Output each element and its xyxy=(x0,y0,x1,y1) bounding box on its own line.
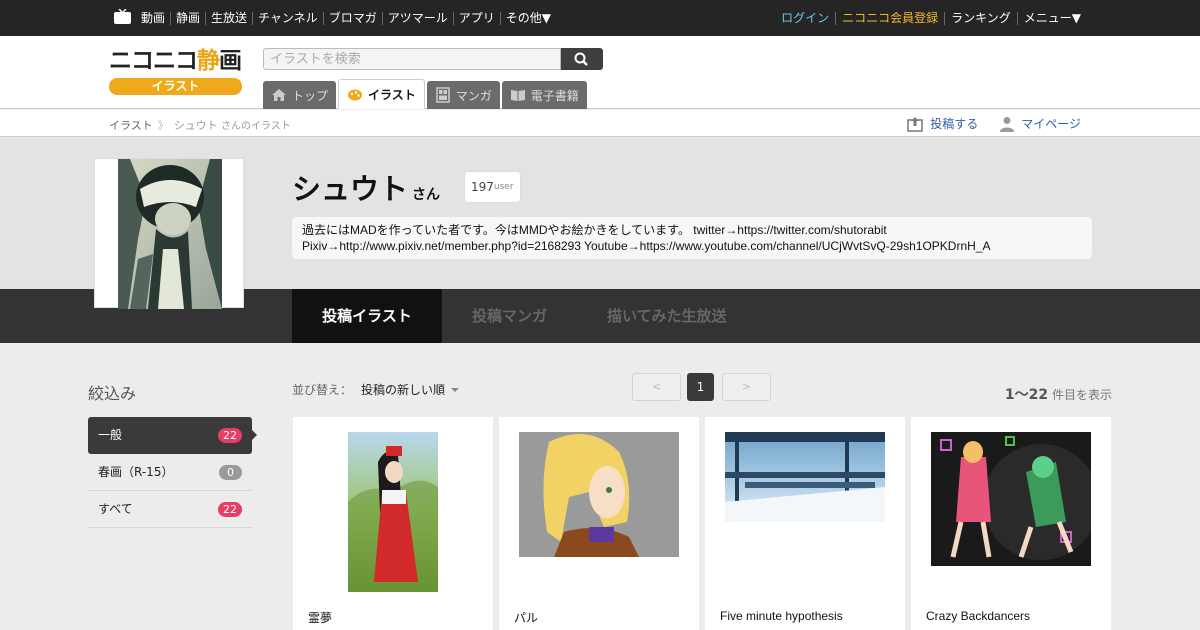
illust-title[interactable]: 霊夢 xyxy=(308,609,332,626)
home-icon xyxy=(272,89,286,101)
section-tabs: トップ イラスト マンガ 電子書籍 xyxy=(263,79,589,109)
filter-title: 絞込み xyxy=(88,384,137,403)
upload-icon xyxy=(907,116,923,132)
search-button[interactable] xyxy=(561,48,603,70)
filter-all[interactable]: すべて 22 xyxy=(88,491,252,528)
nav-seiga[interactable]: 静画 xyxy=(170,11,205,25)
tab-ebook[interactable]: 電子書籍 xyxy=(501,81,587,109)
illust-card[interactable]: Five minute hypothesis xyxy=(705,417,905,630)
sort-label: 並び替え： xyxy=(292,383,353,397)
book-icon xyxy=(510,90,525,101)
nav-channel[interactable]: チャンネル xyxy=(252,11,323,25)
illust-title[interactable]: Five minute hypothesis xyxy=(720,609,843,623)
user-description: 過去にはMADを作っていた者です。今はMMDやお絵かきをしています。 twitt… xyxy=(292,217,1092,259)
description-line: Pixiv→http://www.pixiv.net/member.php?id… xyxy=(302,239,991,253)
tab-drawing-live[interactable]: 描いてみた生放送 xyxy=(607,289,727,343)
nav-video[interactable]: 動画 xyxy=(141,11,170,25)
count-badge: 0 xyxy=(219,465,242,480)
service-links: 動画 静画 生放送 チャンネル ブロマガ アツマール アプリ その他▼ xyxy=(141,0,556,36)
niconico-tv-icon[interactable] xyxy=(114,9,131,24)
user-actions: 投稿する マイページ xyxy=(885,115,1081,132)
illust-card[interactable]: パル xyxy=(499,417,699,630)
illust-thumbnail[interactable] xyxy=(519,432,679,557)
site-header: ニコニコ静画 イラスト トップ イラスト マンガ 電子書籍 xyxy=(0,36,1200,109)
description-line: 過去にはMADを作っていた者です。今はMMDやお絵かきをしています。 twitt… xyxy=(302,223,887,237)
illust-thumbnail[interactable] xyxy=(931,432,1091,566)
tab-label: マンガ xyxy=(455,88,492,103)
illust-title[interactable]: Crazy Backdancers xyxy=(926,609,1030,623)
breadcrumb-current: シュウト さんのイラスト xyxy=(173,119,291,132)
filter-list: 一般 22 春画（R-15） 0 すべて 22 xyxy=(88,417,257,528)
avatar-image xyxy=(118,159,222,309)
breadcrumb-root[interactable]: イラスト xyxy=(109,119,153,132)
nav-atsumaru[interactable]: アツマール xyxy=(381,11,453,25)
illust-thumbnail[interactable] xyxy=(725,432,885,522)
count-badge: 22 xyxy=(218,502,242,517)
user-icon xyxy=(1000,116,1015,132)
palette-icon xyxy=(348,89,363,101)
tab-label: イラスト xyxy=(368,87,416,102)
breadcrumb-bar: イラスト》シュウト さんのイラスト 投稿する マイページ xyxy=(0,110,1200,137)
tab-posted-illust[interactable]: 投稿イラスト xyxy=(292,289,442,343)
filter-r15[interactable]: 春画（R-15） 0 xyxy=(88,454,252,491)
illust-card[interactable]: 霊夢 xyxy=(293,417,493,630)
tab-label: 電子書籍 xyxy=(530,88,579,103)
pager-next-button[interactable]: > xyxy=(722,373,771,401)
breadcrumb: イラスト》シュウト さんのイラスト xyxy=(109,117,291,133)
count-badge: 22 xyxy=(218,428,242,443)
illust-card[interactable]: Crazy Backdancers xyxy=(911,417,1111,630)
breadcrumb-separator: 》 xyxy=(157,119,169,132)
tab-manga[interactable]: マンガ xyxy=(426,81,500,109)
user-profile: シュウト さん 197 user 過去にはMADを作っていた者です。今はMMDやお絵… xyxy=(0,138,1200,309)
pager-page-current[interactable]: 1 xyxy=(687,373,714,401)
illust-thumbnail[interactable] xyxy=(348,432,438,592)
illust-title[interactable]: パル xyxy=(514,609,538,626)
nav-blomaga[interactable]: ブロマガ xyxy=(322,11,382,25)
account-links: ログイン ニコニコ会員登録 ランキング メニュー▼ xyxy=(775,0,1087,36)
search-form xyxy=(263,48,603,70)
sort-dropdown[interactable]: 投稿の新しい順 xyxy=(361,381,460,398)
tab-posted-manga[interactable]: 投稿マンガ xyxy=(472,289,547,343)
tab-label: トップ xyxy=(292,88,329,103)
logo-wordmark: ニコニコ静画 xyxy=(109,48,242,74)
pager-prev-button[interactable]: < xyxy=(632,373,681,401)
nav-more[interactable]: その他▼ xyxy=(499,11,556,25)
seiga-logo[interactable]: ニコニコ静画 イラスト xyxy=(109,47,242,95)
nav-live[interactable]: 生放送 xyxy=(205,11,252,25)
manga-icon xyxy=(436,87,450,103)
tab-illust[interactable]: イラスト xyxy=(338,79,425,109)
chevron-down-icon xyxy=(451,387,460,392)
filter-general[interactable]: 一般 22 xyxy=(88,417,257,454)
tab-top[interactable]: トップ xyxy=(263,81,337,109)
menu-link[interactable]: メニュー▼ xyxy=(1016,11,1087,25)
login-link[interactable]: ログイン xyxy=(775,11,835,25)
post-button[interactable]: 投稿する xyxy=(907,115,978,132)
search-icon xyxy=(574,52,588,66)
ranking-link[interactable]: ランキング xyxy=(944,11,1017,25)
register-link[interactable]: ニコニコ会員登録 xyxy=(835,11,944,25)
user-name: シュウト さん xyxy=(292,172,441,206)
mypage-button[interactable]: マイページ xyxy=(1000,115,1081,132)
search-input[interactable] xyxy=(263,48,561,70)
global-nav-bar: 動画 静画 生放送 チャンネル ブロマガ アツマール アプリ その他▼ ログイン… xyxy=(0,0,1200,36)
result-count: 1〜22 件目を表示 xyxy=(1004,387,1112,403)
logo-subtitle: イラスト xyxy=(109,78,242,95)
nav-apps[interactable]: アプリ xyxy=(452,11,500,25)
avatar[interactable] xyxy=(94,158,244,309)
follower-badge: 197 user xyxy=(464,171,521,203)
